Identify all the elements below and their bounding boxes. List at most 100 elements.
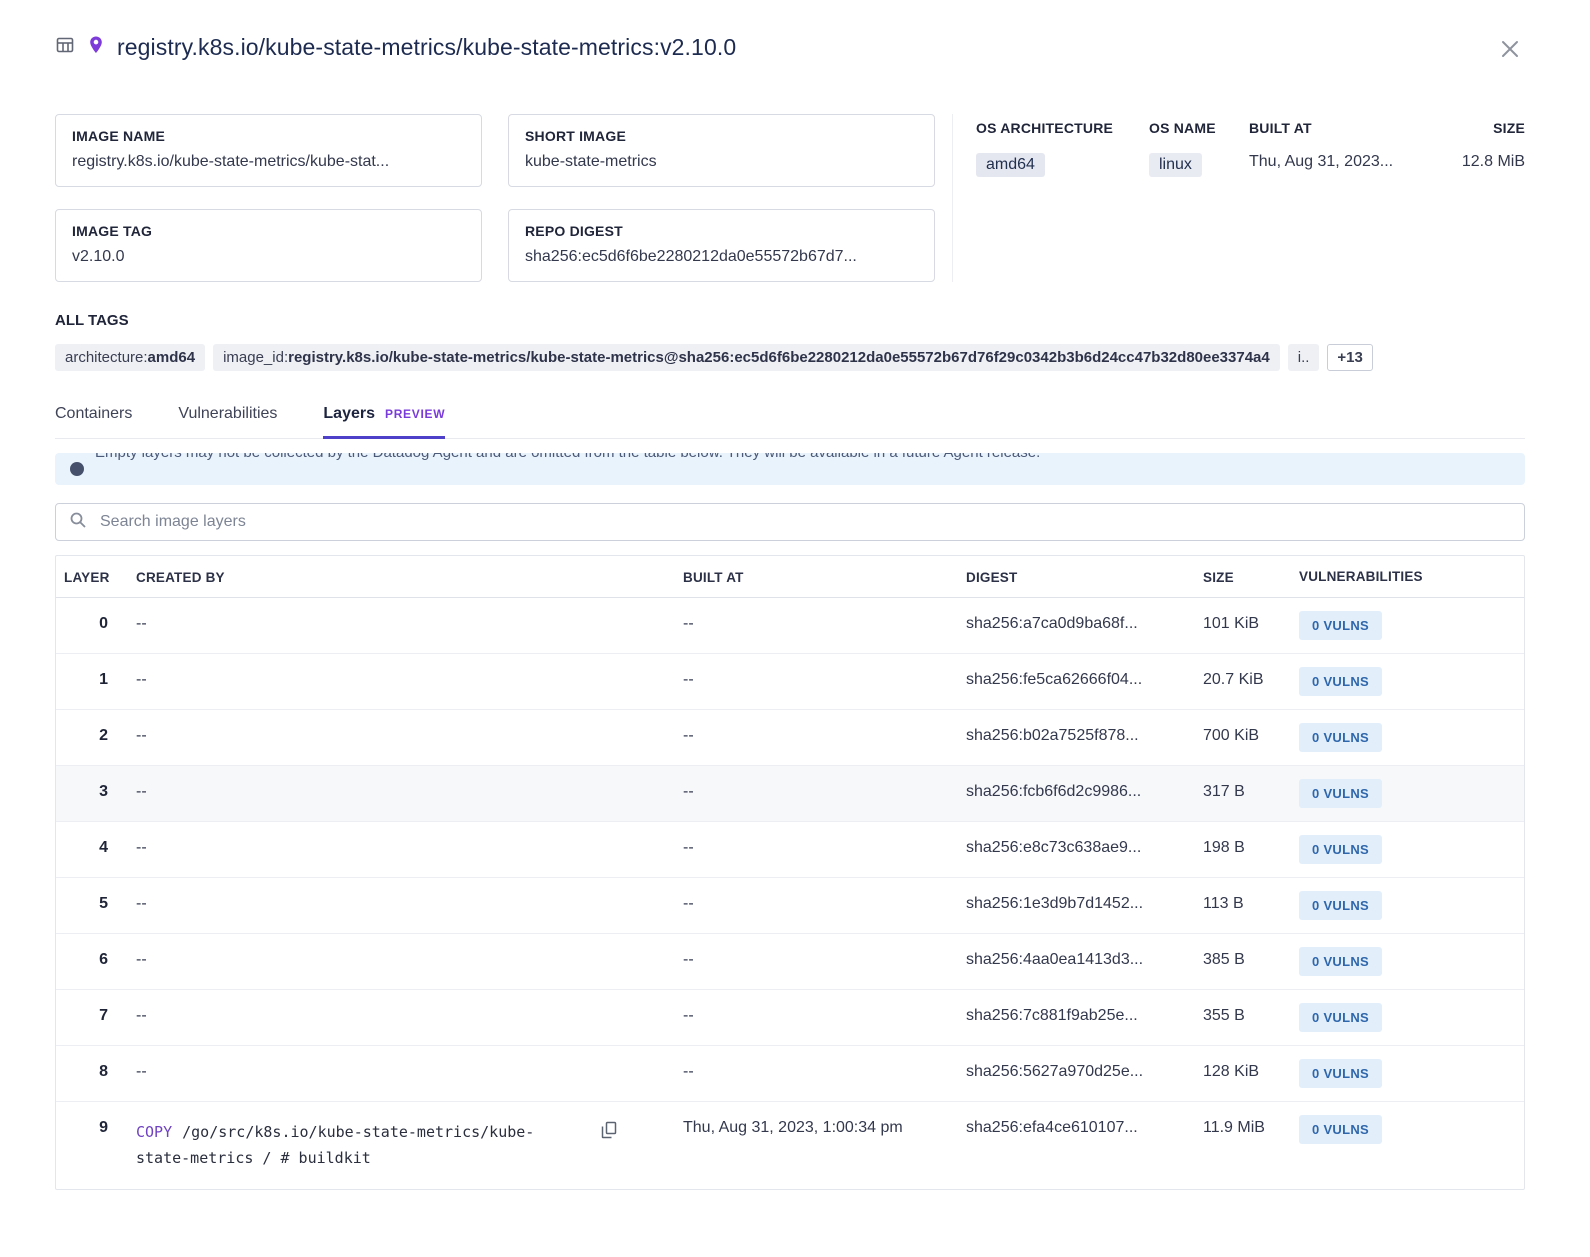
layer-number: 0 [99,615,108,632]
tab-containers[interactable]: Containers [55,405,132,439]
field-value: v2.10.0 [72,248,125,265]
tag-truncated[interactable]: i.. [1287,344,1320,371]
layer-row[interactable]: 2 -- -- sha256:b02a7525f878... 700 KiB 0… [56,709,1524,766]
pin-icon [88,35,104,60]
vulns-badge[interactable]: 0 VULNS [1299,1115,1383,1144]
size-cell: 700 KiB [1183,709,1281,766]
tab-bar: Containers Vulnerabilities Layers PREVIE… [55,405,1525,439]
layer-number: 6 [56,933,118,990]
built-at-cell: -- [663,821,946,878]
more-tags-button[interactable]: +13 [1327,344,1373,371]
layer-row[interactable]: 0 -- -- sha256:a7ca0d9ba68f... 101 KiB 0… [56,598,1524,654]
tag-image-id[interactable]: image_id:registry.k8s.io/kube-state-metr… [213,344,1280,371]
tag-value: amd64 [147,349,196,366]
copy-icon[interactable] [601,1121,617,1139]
dockerfile-args: /go/src/k8s.io/kube-state-metrics/kube-s… [136,1123,535,1168]
vulns-badge[interactable]: 0 VULNS [1299,779,1383,808]
layer-row[interactable]: 4 -- -- sha256:e8c73c638ae9... 198 B 0 V… [56,821,1524,878]
vulns-badge[interactable]: 0 VULNS [1299,891,1383,920]
size-cell: 101 KiB [1203,615,1260,632]
close-button[interactable] [1495,34,1525,64]
layer-row[interactable]: 8 -- -- sha256:5627a970d25e... 128 KiB 0… [56,1045,1524,1102]
vulns-badge[interactable]: 0 VULNS [1299,1003,1383,1032]
layer-row[interactable]: 5 -- -- sha256:1e3d9b7d1452... 113 B 0 V… [56,877,1524,934]
preview-badge: PREVIEW [384,407,446,421]
size-cell: 198 B [1183,821,1281,878]
vulns-badge[interactable]: 0 VULNS [1299,947,1383,976]
vulns-badge[interactable]: 0 VULNS [1299,723,1383,752]
layer-row[interactable]: 6 -- -- sha256:4aa0ea1413d3... 385 B 0 V… [56,933,1524,990]
vulns-badge[interactable]: 0 VULNS [1299,667,1383,696]
dockerfile-command: COPY [136,1123,173,1141]
page-title: registry.k8s.io/kube-state-metrics/kube-… [117,34,737,60]
all-tags-section: ALL TAGS architecture:amd64 image_id:reg… [55,312,1525,371]
os-name-value: linux [1149,153,1202,177]
tag-key: image_id: [223,349,289,366]
digest-cell: sha256:7c881f9ab25e... [946,989,1183,1046]
created-by-cell: -- [118,989,663,1046]
info-banner: Empty layers may not be collected by the… [55,453,1525,485]
digest-cell: sha256:fe5ca62666f04... [946,653,1183,710]
field-value: registry.k8s.io/kube-state-metrics/kube-… [72,153,390,170]
digest-cell: sha256:fcb6f6d2c9986... [946,765,1183,822]
built-at-cell: -- [663,933,946,990]
layer-number: 1 [56,653,118,710]
built-at-cell: -- [683,615,694,632]
tab-label: Layers [323,405,375,422]
tab-label: Vulnerabilities [178,405,278,422]
size-cell: 355 B [1183,989,1281,1046]
layer-column-header: LAYER [56,556,118,598]
size-cell: 385 B [1183,933,1281,990]
digest-cell: sha256:a7ca0d9ba68f... [966,615,1138,632]
layer-row[interactable]: 3 -- -- sha256:fcb6f6d2c9986... 317 B 0 … [56,765,1524,822]
field-label: IMAGE NAME [72,128,165,144]
image-detail-panel: registry.k8s.io/kube-state-metrics/kube-… [0,0,1590,1220]
built-at-cell: -- [663,1045,946,1102]
field-label: REPO DIGEST [525,223,623,239]
size-cell: 11.9 MiB [1183,1101,1281,1189]
field-value: sha256:ec5d6f6be2280212da0e55572b67d7... [525,248,857,265]
close-icon [1499,41,1521,63]
vulnerabilities-column-header: VULNERABILITIES [1281,556,1524,598]
created-by-cell: -- [118,821,663,878]
size-cell: 317 B [1183,765,1281,822]
short-image-field: SHORT IMAGE kube-state-metrics [508,114,935,187]
built-at-cell: -- [663,989,946,1046]
layer-number: 3 [56,765,118,822]
layer-number: 4 [56,821,118,878]
size-header: SIZE [1493,120,1525,136]
tab-layers[interactable]: Layers PREVIEW [323,405,446,439]
vulns-badge[interactable]: 0 VULNS [1299,835,1383,864]
layers-table: LAYER CREATED BY BUILT AT DIGEST SIZE VU… [55,555,1525,1190]
image-name-field: IMAGE NAME registry.k8s.io/kube-state-me… [55,114,482,187]
tag-architecture[interactable]: architecture:amd64 [55,344,206,371]
built-at-value: Thu, Aug 31, 2023... [1249,153,1394,170]
os-name-header: OS NAME [1149,120,1216,136]
vulns-badge[interactable]: 0 VULNS [1299,611,1383,640]
os-architecture-value: amd64 [976,153,1045,177]
image-tag-field: IMAGE TAG v2.10.0 [55,209,482,282]
digest-cell: sha256:4aa0ea1413d3... [946,933,1183,990]
built-at-cell: -- [663,877,946,934]
tab-vulnerabilities[interactable]: Vulnerabilities [178,405,277,439]
layer-row[interactable]: 1 -- -- sha256:fe5ca62666f04... 20.7 KiB… [56,653,1524,710]
tag-key: architecture: [65,349,148,366]
layer-row[interactable]: 7 -- -- sha256:7c881f9ab25e... 355 B 0 V… [56,989,1524,1046]
digest-cell: sha256:5627a970d25e... [946,1045,1183,1102]
size-cell: 128 KiB [1183,1045,1281,1102]
digest-cell: sha256:efa4ce610107... [946,1101,1183,1189]
digest-cell: sha256:e8c73c638ae9... [946,821,1183,878]
size-cell: 20.7 KiB [1183,653,1281,710]
created-by-cell: COPY/go/src/k8s.io/kube-state-metrics/ku… [118,1101,663,1189]
built-at-cell: -- [663,765,946,822]
all-tags-label: ALL TAGS [55,312,129,329]
field-label: IMAGE TAG [72,223,153,239]
repo-digest-field: REPO DIGEST sha256:ec5d6f6be2280212da0e5… [508,209,935,282]
search-icon [69,511,87,534]
search-input[interactable] [98,512,1511,532]
layer-row[interactable]: 9 COPY/go/src/k8s.io/kube-state-metrics/… [56,1101,1524,1189]
built-at-header: BUILT AT [1249,120,1312,136]
panel-header: registry.k8s.io/kube-state-metrics/kube-… [55,34,1525,64]
layer-number: 5 [56,877,118,934]
vulns-badge[interactable]: 0 VULNS [1299,1059,1383,1088]
